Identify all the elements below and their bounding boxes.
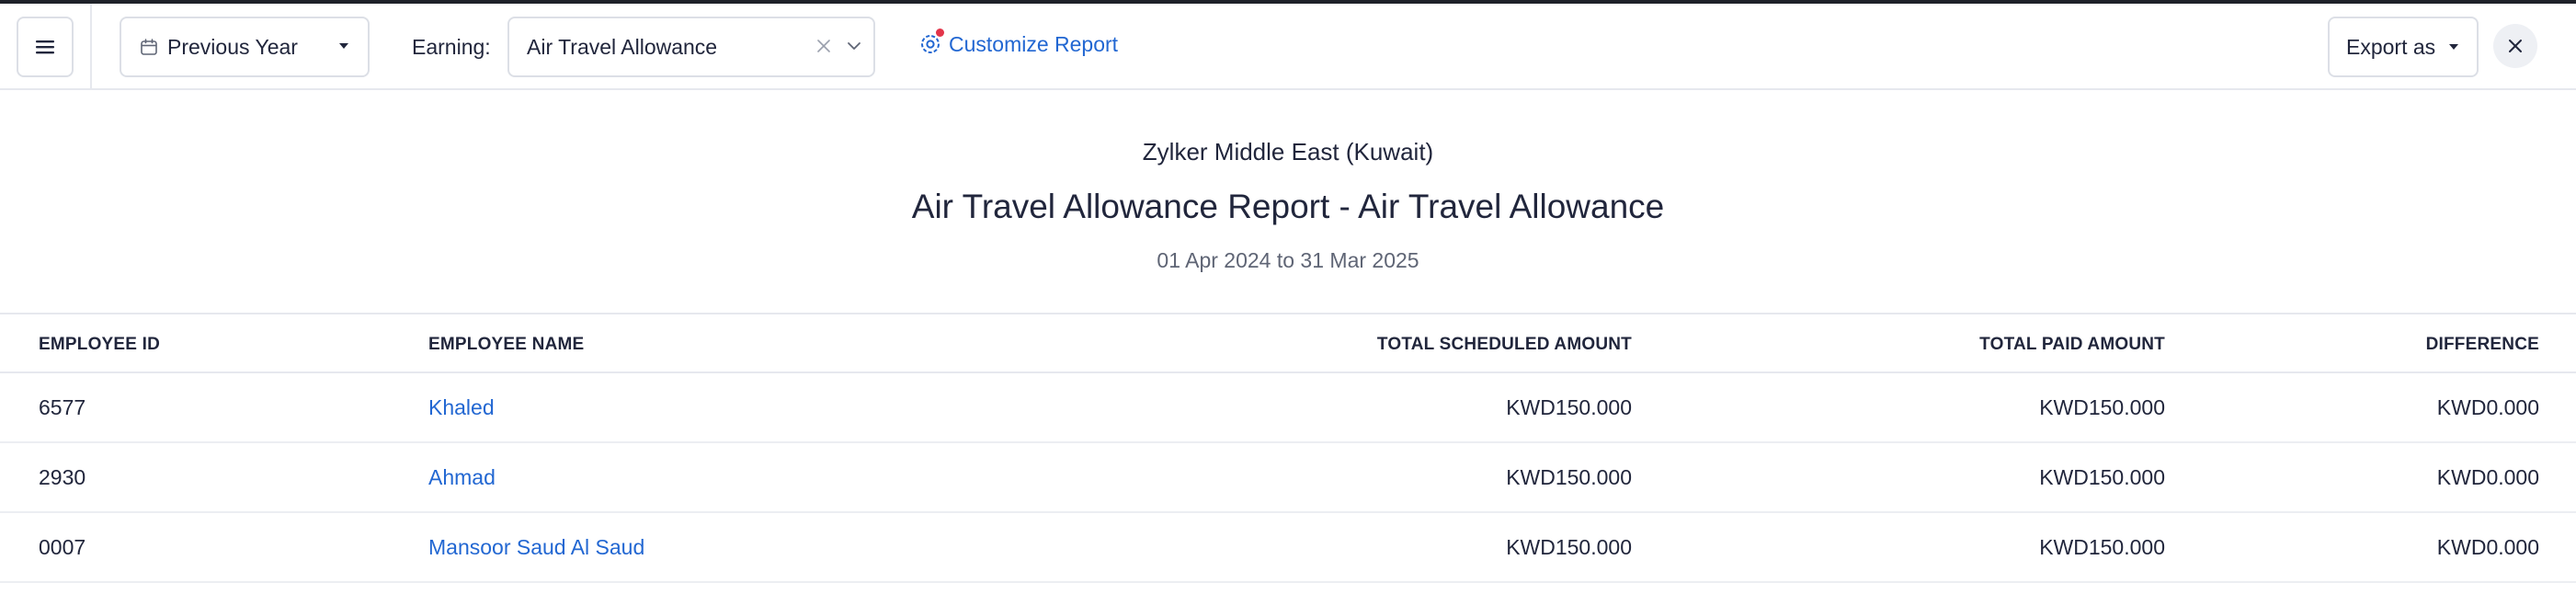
column-header-employee-id[interactable]: EMPLOYEE ID [39, 335, 160, 355]
table-row: 6577 Khaled KWD150.000 KWD150.000 KWD0.0… [0, 373, 2576, 443]
table-header: EMPLOYEE ID EMPLOYEE NAME TOTAL SCHEDULE… [0, 314, 2576, 373]
toolbar-divider [90, 4, 92, 90]
earning-label: Earning: [412, 35, 491, 59]
employee-name-link[interactable]: Mansoor Saud Al Saud [428, 535, 644, 560]
total-scheduled-amount: KWD150.000 [1506, 395, 1632, 419]
column-header-employee-name[interactable]: EMPLOYEE NAME [428, 335, 584, 355]
organization-name: Zylker Middle East (Kuwait) [1142, 138, 1434, 166]
notification-dot [936, 29, 944, 37]
calendar-icon [141, 39, 157, 55]
earning-dropdown-value: Air Travel Allowance [527, 34, 718, 59]
customize-report-link[interactable]: Customize Report [918, 29, 1119, 57]
total-scheduled-amount: KWD150.000 [1506, 535, 1632, 559]
clear-x-icon[interactable] [815, 37, 833, 55]
column-header-difference[interactable]: DIFFERENCE [2426, 335, 2539, 355]
caret-down-icon [339, 43, 348, 49]
chevron-down-icon [848, 42, 861, 50]
employee-id: 0007 [39, 535, 86, 559]
report-toolbar: Previous Year Earning: Air Travel Allowa… [0, 4, 2576, 90]
table-row: 2930 Ahmad KWD150.000 KWD150.000 KWD0.00… [0, 443, 2576, 513]
period-dropdown[interactable]: Previous Year [120, 17, 370, 77]
column-header-total-scheduled-amount[interactable]: TOTAL SCHEDULED AMOUNT [1377, 335, 1632, 355]
earning-dropdown[interactable]: Air Travel Allowance [507, 17, 875, 77]
total-paid-amount: KWD150.000 [2039, 395, 2165, 419]
hamburger-menu-icon [36, 40, 54, 54]
menu-button[interactable] [17, 17, 74, 77]
employee-id: 6577 [39, 395, 86, 419]
employee-name-link[interactable]: Khaled [428, 395, 495, 420]
employee-name-link[interactable]: Ahmad [428, 465, 496, 490]
total-scheduled-amount: KWD150.000 [1506, 465, 1632, 489]
report-title: Air Travel Allowance Report - Air Travel… [911, 188, 1665, 225]
column-header-total-paid-amount[interactable]: TOTAL PAID AMOUNT [1979, 335, 2165, 355]
total-paid-amount: KWD150.000 [2039, 535, 2165, 559]
close-button[interactable] [2493, 24, 2537, 68]
export-as-button[interactable]: Export as [2328, 17, 2479, 77]
total-paid-amount: KWD150.000 [2039, 465, 2165, 489]
table-row: 0007 Mansoor Saud Al Saud KWD150.000 KWD… [0, 513, 2576, 583]
period-dropdown-label: Previous Year [167, 34, 298, 59]
caret-down-icon [2449, 44, 2458, 50]
customize-report-label: Customize Report [949, 31, 1119, 56]
difference: KWD0.000 [2436, 535, 2539, 559]
close-icon [2509, 40, 2522, 52]
difference: KWD0.000 [2436, 465, 2539, 489]
report-header: Zylker Middle East (Kuwait) Air Travel A… [0, 90, 2576, 314]
report-period: 01 Apr 2024 to 31 Mar 2025 [1157, 248, 1419, 272]
employee-id: 2930 [39, 465, 86, 489]
export-as-label: Export as [2346, 34, 2436, 59]
difference: KWD0.000 [2436, 395, 2539, 419]
